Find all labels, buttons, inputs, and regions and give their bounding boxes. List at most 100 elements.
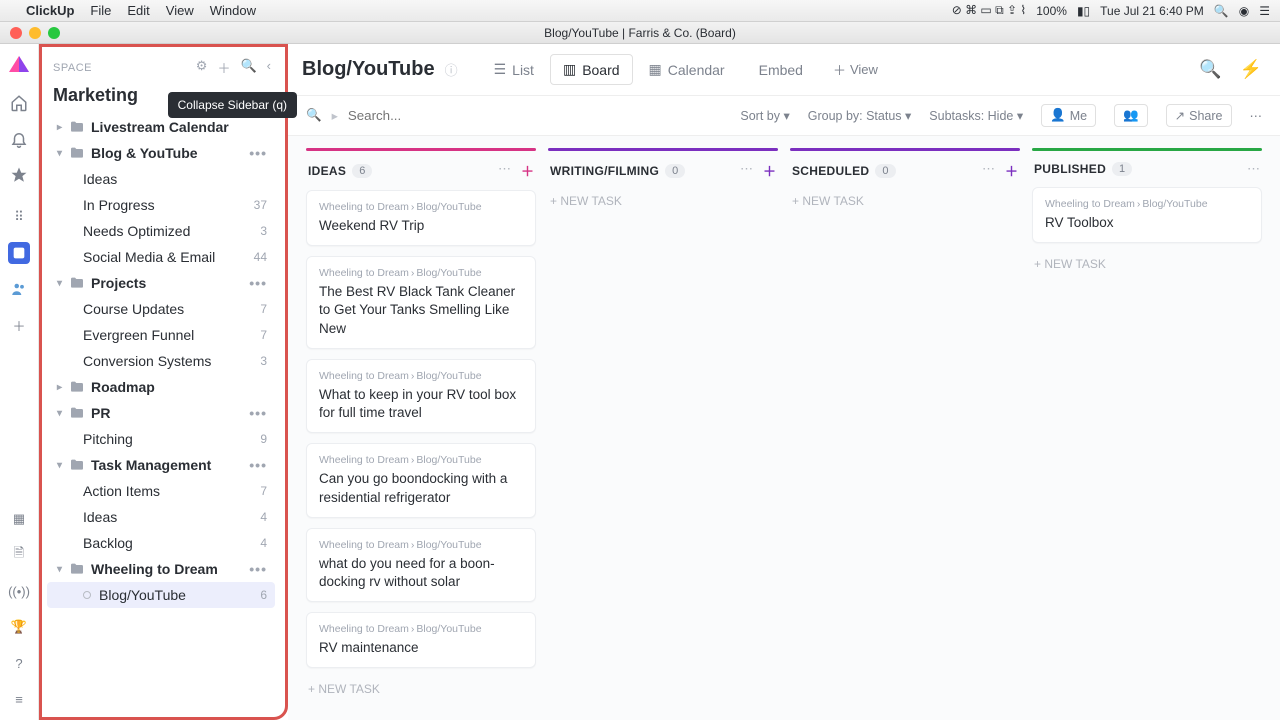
card-title: Weekend RV Trip [319,217,523,235]
card-title: What to keep in your RV tool box for ful… [319,386,523,422]
pulse-icon[interactable]: ((•)) [8,580,30,602]
sidebar-item[interactable]: Evergreen Funnel7 [47,322,275,348]
column-add-icon[interactable]: ＋ [763,161,776,180]
sidebar-item[interactable]: Ideas4 [47,504,275,530]
menu-icon[interactable]: ≡ [8,688,30,710]
task-card[interactable]: Wheeling to Dream›Blog/YouTube RV mainte… [306,612,536,668]
task-card[interactable]: Wheeling to Dream›Blog/YouTube What to k… [306,359,536,433]
sidebar-item[interactable]: Conversion Systems3 [47,348,275,374]
column-more-icon[interactable]: ⋯ [1247,161,1260,177]
menu-edit[interactable]: Edit [127,3,149,18]
header-search-icon[interactable]: 🔍 [1199,59,1221,80]
sidebar-folder[interactable]: ▸Roadmap [47,374,275,400]
new-task-button[interactable]: + NEW TASK [306,678,536,700]
new-task-button[interactable]: + NEW TASK [790,190,1020,212]
task-card[interactable]: Wheeling to Dream›Blog/YouTube RV Toolbo… [1032,187,1262,243]
sidebar-folder[interactable]: ▾Wheeling to Dream••• [47,556,275,582]
add-space-icon[interactable]: ＋ [217,58,230,77]
task-card[interactable]: Wheeling to Dream›Blog/YouTube Weekend R… [306,190,536,246]
share-button[interactable]: ↗ Share [1166,104,1232,127]
collapse-sidebar-icon[interactable]: ‹ [267,58,271,77]
card-title: what do you need for a boon-docking rv w… [319,555,523,591]
left-rail: ⠿ ＋ ▦ 🗎 ((•)) 🏆 ? ≡ [0,44,39,720]
task-card[interactable]: Wheeling to Dream›Blog/YouTube The Best … [306,256,536,349]
view-tabs: ☰List▥Board▦CalendarEmbed [482,54,815,85]
minimize-window[interactable] [29,27,41,39]
me-filter[interactable]: 👤 Me [1041,104,1096,127]
more-icon[interactable]: ⋯ [1250,108,1263,123]
column-title: PUBLISHED [1034,162,1106,176]
column-more-icon[interactable]: ⋯ [740,161,753,180]
siri-icon[interactable]: ◉ [1239,4,1249,18]
list-icon[interactable]: ☰ [1259,4,1270,18]
spaces-icon[interactable] [8,242,30,264]
help-icon[interactable]: ? [8,652,30,674]
view-tab-embed[interactable]: Embed [741,54,815,85]
sidebar-item[interactable]: Course Updates7 [47,296,275,322]
search-icon[interactable]: 🔍 [240,58,256,77]
bell-icon[interactable] [8,128,30,150]
subtasks-toggle[interactable]: Subtasks: Hide ▾ [929,108,1023,123]
new-task-button[interactable]: + NEW TASK [548,190,778,212]
group-by[interactable]: Group by: Status ▾ [808,108,912,123]
add-view-button[interactable]: ＋ View [833,60,878,79]
info-icon[interactable]: ⓘ [445,60,458,79]
sidebar-item[interactable]: Needs Optimized3 [47,218,275,244]
new-task-button[interactable]: + NEW TASK [1032,253,1262,275]
menubar-clock: Tue Jul 21 6:40 PM [1100,4,1204,18]
view-tab-calendar[interactable]: ▦Calendar [637,54,737,85]
zoom-window[interactable] [48,27,60,39]
window-title: Blog/YouTube | Farris & Co. (Board) [544,26,736,40]
search-input[interactable] [348,108,488,123]
sidebar-item[interactable]: Pitching9 [47,426,275,452]
menu-window[interactable]: Window [210,3,256,18]
sidebar-item[interactable]: Social Media & Email44 [47,244,275,270]
sidebar-item[interactable]: Ideas [47,166,275,192]
menu-file[interactable]: File [90,3,111,18]
column-add-icon[interactable]: ＋ [521,161,534,180]
page-header: Blog/YouTube ⓘ ☰List▥Board▦CalendarEmbed… [288,44,1280,96]
menubar-app[interactable]: ClickUp [26,3,74,18]
doc-icon[interactable]: 🗎 [8,544,30,566]
board-view: IDEAS 6 ⋯ ＋ Wheeling to Dream›Blog/YouTu… [288,136,1280,720]
plus-icon[interactable]: ＋ [8,314,30,336]
menu-view[interactable]: View [166,3,194,18]
board-column: PUBLISHED 1 ⋯ Wheeling to Dream›Blog/You… [1032,148,1262,708]
dots-icon[interactable]: ⠿ [8,206,30,228]
column-title: IDEAS [308,164,346,178]
clickup-logo[interactable] [7,54,31,78]
view-tab-list[interactable]: ☰List [482,54,546,85]
page-title[interactable]: Blog/YouTube [302,58,435,81]
assignee-filter[interactable]: 👥 [1114,104,1148,127]
column-more-icon[interactable]: ⋯ [982,161,995,180]
sidebar-folder[interactable]: ▾Task Management••• [47,452,275,478]
board-toolbar: 🔍 ▸ Sort by ▾ Group by: Status ▾ Subtask… [288,96,1280,136]
close-window[interactable] [10,27,22,39]
column-more-icon[interactable]: ⋯ [498,161,511,180]
column-add-icon[interactable]: ＋ [1005,161,1018,180]
bolt-icon[interactable]: ⚡ [1240,59,1262,80]
card-breadcrumb: Wheeling to Dream›Blog/YouTube [319,201,523,213]
spotlight-icon[interactable]: 🔍 [1214,4,1229,18]
sidebar-folder[interactable]: ▾Projects••• [47,270,275,296]
sidebar-folder[interactable]: ▾PR••• [47,400,275,426]
traffic-lights[interactable] [10,27,60,39]
sidebar-item[interactable]: Backlog4 [47,530,275,556]
sort-by[interactable]: Sort by ▾ [740,108,789,123]
column-title: WRITING/FILMING [550,164,659,178]
gear-icon[interactable]: ⚙ [196,58,208,77]
sidebar-item[interactable]: Action Items7 [47,478,275,504]
star-icon[interactable] [8,164,30,186]
sidebar-folder[interactable]: ▾Blog & YouTube••• [47,140,275,166]
task-card[interactable]: Wheeling to Dream›Blog/YouTube what do y… [306,528,536,602]
apps-icon[interactable]: ▦ [8,508,30,530]
task-card[interactable]: Wheeling to Dream›Blog/YouTube Can you g… [306,443,536,517]
battery-icon: ▮▯ [1077,4,1090,18]
home-icon[interactable] [8,92,30,114]
sidebar-item[interactable]: In Progress37 [47,192,275,218]
sidebar-item[interactable]: Blog/YouTube6 [47,582,275,608]
trophy-icon[interactable]: 🏆 [8,616,30,638]
people-icon[interactable] [8,278,30,300]
search-toggle-icon[interactable]: 🔍 [306,108,322,123]
view-tab-board[interactable]: ▥Board [550,54,633,85]
